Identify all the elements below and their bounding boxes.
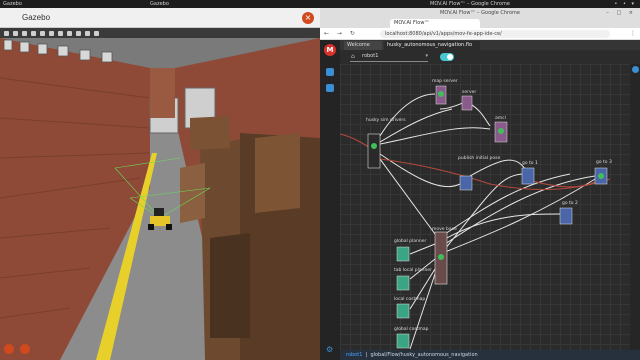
chrome-titlebar: MOV.AI Flow™ – Google Chrome – □ × bbox=[320, 8, 640, 18]
chrome-window-title: MOV.AI Flow™ – Google Chrome bbox=[440, 10, 520, 16]
browser-tab[interactable]: MOV.AI Flow™ bbox=[390, 19, 480, 28]
system-tray[interactable]: • • ▾ bbox=[614, 1, 636, 7]
redo-icon[interactable] bbox=[49, 30, 54, 36]
node-label: go to 3 bbox=[596, 159, 612, 165]
translate-tool-icon[interactable] bbox=[13, 30, 18, 36]
url-input[interactable]: localhost:8080/api/v1/apps/mov-fe-app-id… bbox=[380, 30, 610, 38]
pause-icon[interactable] bbox=[4, 344, 14, 354]
nav-buttons[interactable]: ← → ↻ bbox=[324, 30, 358, 37]
flow-toolbar: ⌂ robot1 ▾ bbox=[340, 50, 640, 64]
node-label: local costmap bbox=[394, 296, 425, 302]
editor-tabs: Welcome husky_autonomous_navigation.flo bbox=[340, 40, 640, 50]
flow-canvas[interactable]: husky sim drivers map server server amcl… bbox=[340, 64, 630, 350]
home-icon[interactable] bbox=[326, 68, 334, 76]
node-amcl[interactable]: amcl bbox=[494, 115, 508, 143]
right-window-title: MOV.AI Flow™ – Google Chrome bbox=[430, 1, 510, 7]
robot-select[interactable]: ⌂ robot1 ▾ bbox=[350, 53, 428, 62]
rotate-tool-icon[interactable] bbox=[22, 30, 27, 36]
settings-icon[interactable]: ⚙ bbox=[326, 345, 333, 354]
node-label: move base bbox=[432, 226, 457, 232]
gazebo-toolbar bbox=[0, 28, 320, 38]
close-icon[interactable]: × bbox=[302, 12, 314, 24]
robot-select-value: robot1 bbox=[362, 53, 379, 59]
node-goal-3[interactable]: go to 3 bbox=[594, 159, 612, 185]
node-label: map server bbox=[432, 78, 458, 84]
chevron-down-icon: ▾ bbox=[425, 53, 428, 59]
movai-flow-app: M ⚙ Welcome husky_autonomous_navigation.… bbox=[320, 40, 640, 360]
chrome-menu-icon[interactable]: ⋮ bbox=[630, 30, 636, 37]
node-local-costmap[interactable]: local costmap bbox=[394, 296, 425, 319]
node-label: global costmap bbox=[394, 326, 429, 332]
tab-welcome[interactable]: Welcome bbox=[344, 41, 382, 50]
robot-icon: ⌂ bbox=[351, 53, 355, 60]
node-map-server[interactable]: map server bbox=[432, 78, 458, 105]
movai-logo[interactable]: M bbox=[324, 44, 336, 56]
gazebo-title: Gazebo bbox=[22, 13, 51, 22]
right-panel-bar bbox=[630, 64, 640, 350]
left-window-title: Gazebo bbox=[150, 1, 169, 7]
node-label: tab local planner bbox=[394, 267, 432, 273]
address-bar-row: ← → ↻ localhost:8080/api/v1/apps/mov-fe-… bbox=[320, 28, 640, 40]
sphere-shape-icon[interactable] bbox=[67, 30, 72, 36]
scale-tool-icon[interactable] bbox=[31, 30, 36, 36]
undo-icon[interactable] bbox=[40, 30, 45, 36]
toggle-knob bbox=[447, 54, 453, 60]
app-sidebar: M ⚙ bbox=[320, 40, 340, 360]
status-path: global/Flow/husky_autonomous_navigation bbox=[370, 352, 478, 358]
tab-husky-flow[interactable]: husky_autonomous_navigation.flo bbox=[384, 41, 480, 50]
node-label: server bbox=[462, 89, 476, 95]
run-toggle[interactable] bbox=[440, 53, 454, 61]
activities-label[interactable]: Gazebo bbox=[3, 1, 22, 7]
camera-icon[interactable] bbox=[94, 30, 99, 36]
window-controls[interactable]: – □ × bbox=[606, 8, 636, 18]
node-label: global planner bbox=[394, 238, 426, 244]
chrome-window: MOV.AI Flow™ – Google Chrome – □ × MOV.A… bbox=[320, 8, 640, 360]
node-label: go to 2 bbox=[562, 200, 578, 206]
cylinder-shape-icon[interactable] bbox=[76, 30, 81, 36]
status-bar: robot1 | global/Flow/husky_autonomous_na… bbox=[340, 350, 640, 360]
gazebo-sim-controls bbox=[4, 344, 30, 354]
chrome-tab-strip: MOV.AI Flow™ bbox=[320, 18, 640, 28]
light-icon[interactable] bbox=[85, 30, 90, 36]
gazebo-window: Gazebo × bbox=[0, 8, 320, 360]
step-icon[interactable] bbox=[20, 344, 30, 354]
node-tab-local-planner[interactable]: tab local planner bbox=[394, 267, 432, 291]
node-label: publish initial pose bbox=[458, 155, 500, 161]
gazebo-3d-viewport[interactable] bbox=[0, 38, 320, 360]
select-tool-icon[interactable] bbox=[4, 30, 9, 36]
node-goal-2[interactable]: go to 2 bbox=[559, 200, 578, 225]
node-goal-1[interactable]: go to 1 bbox=[521, 160, 538, 185]
desktop-top-bar: Gazebo Gazebo MOV.AI Flow™ – Google Chro… bbox=[0, 0, 640, 8]
node-label: husky sim drivers bbox=[366, 117, 406, 123]
status-robot[interactable]: robot1 bbox=[346, 352, 362, 358]
node-label: amcl bbox=[495, 115, 506, 121]
node-label: go to 1 bbox=[522, 160, 538, 166]
box-shape-icon[interactable] bbox=[58, 30, 63, 36]
info-icon[interactable] bbox=[632, 66, 639, 73]
document-icon[interactable] bbox=[326, 84, 334, 92]
gazebo-titlebar: Gazebo × bbox=[0, 8, 320, 28]
